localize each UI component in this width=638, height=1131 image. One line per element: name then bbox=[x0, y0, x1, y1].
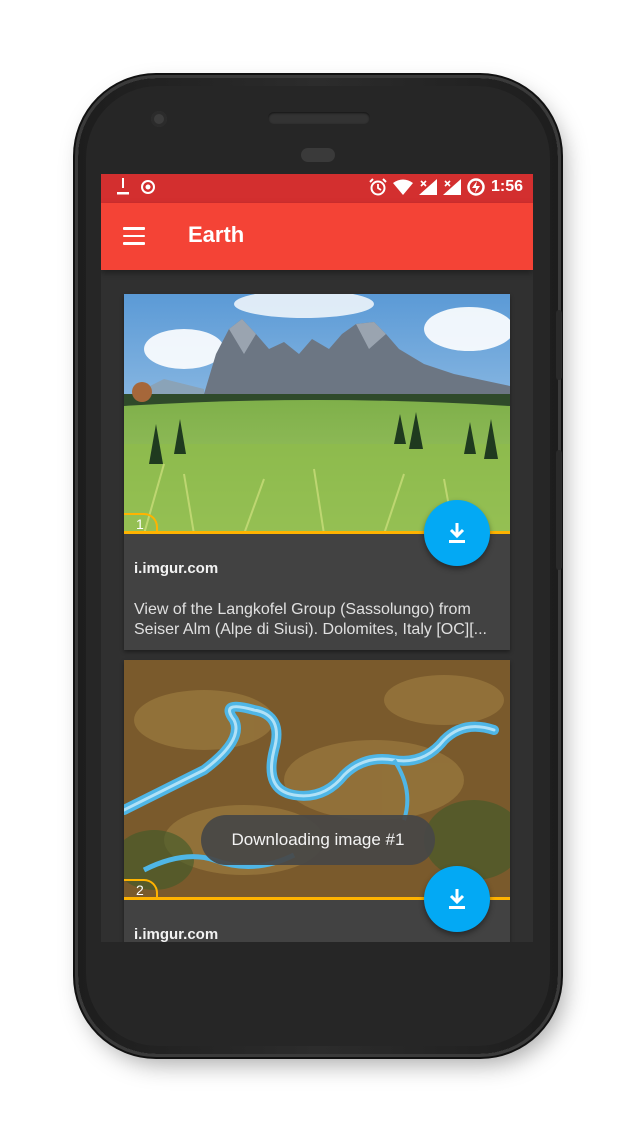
status-time: 1:56 bbox=[490, 178, 523, 195]
download-button[interactable] bbox=[424, 866, 490, 932]
wifi-icon bbox=[392, 179, 413, 195]
battery-charging-icon bbox=[467, 178, 485, 196]
screen: 1:56 Earth 1 i.imgur.com View of the Lan… bbox=[101, 174, 533, 942]
power-button bbox=[556, 310, 562, 380]
download-button[interactable] bbox=[424, 500, 490, 566]
signal-icon bbox=[418, 179, 437, 195]
post-source: i.imgur.com bbox=[134, 926, 219, 942]
record-icon bbox=[141, 180, 155, 194]
front-camera bbox=[151, 111, 167, 127]
signal-icon bbox=[442, 179, 461, 195]
download-icon bbox=[449, 889, 465, 909]
proximity-sensor bbox=[301, 148, 335, 162]
post-description: View of the Langkofel Group (Sassolungo)… bbox=[134, 601, 487, 638]
hamburger-menu-icon[interactable] bbox=[123, 227, 145, 245]
post-source: i.imgur.com bbox=[134, 560, 219, 577]
volume-button bbox=[556, 450, 562, 570]
post-number-badge: 2 bbox=[124, 879, 158, 898]
app-bar: Earth bbox=[101, 203, 533, 270]
page-title: Earth bbox=[188, 222, 245, 247]
download-icon bbox=[117, 178, 129, 195]
post-image[interactable]: 1 bbox=[124, 294, 510, 534]
download-icon bbox=[449, 523, 465, 543]
post-card[interactable]: 1 i.imgur.com View of the Langkofel Grou… bbox=[124, 294, 510, 650]
earpiece-speaker bbox=[268, 112, 370, 124]
post-number-badge: 1 bbox=[124, 513, 158, 532]
status-bar: 1:56 bbox=[101, 174, 533, 203]
alarm-icon bbox=[369, 178, 387, 196]
toast-message: Downloading image #1 bbox=[201, 815, 435, 865]
mountain-landscape-image bbox=[124, 294, 510, 534]
